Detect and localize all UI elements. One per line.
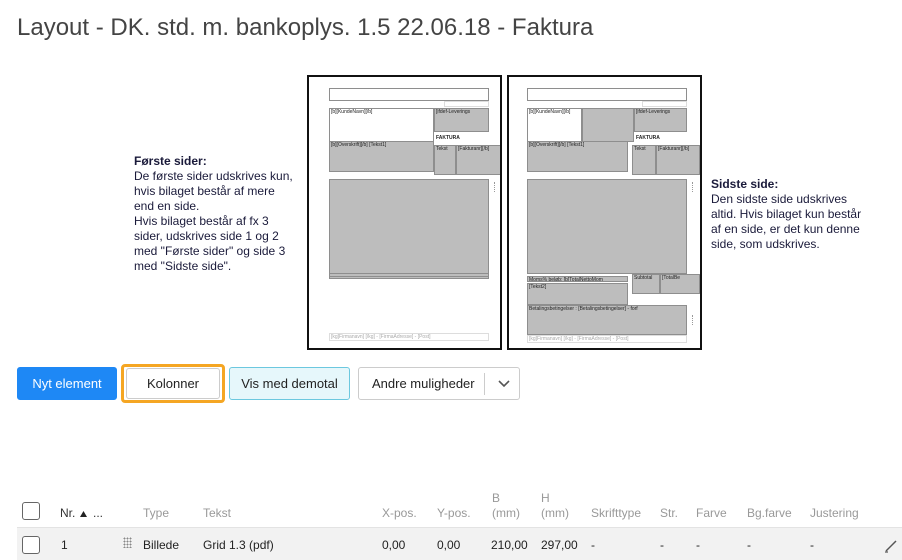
select-all-checkbox[interactable] — [22, 502, 40, 520]
row-tekst: Grid 1.3 (pdf) — [203, 538, 274, 552]
column-h-top: H — [541, 491, 550, 505]
row-xpos: 0,00 — [382, 538, 406, 552]
first-pages-heading: Første sider: — [134, 154, 207, 168]
header-field — [329, 88, 489, 101]
columns-button[interactable]: Kolonner — [126, 368, 220, 399]
row-size: - — [660, 538, 664, 552]
drag-handle-icon[interactable] — [123, 537, 132, 548]
header-small-field — [444, 101, 489, 107]
body-bottom-line — [329, 273, 489, 277]
row-type: Billede — [143, 538, 180, 552]
new-element-button[interactable]: Nyt element — [17, 367, 117, 400]
more-options-label: Andre muligheder — [372, 376, 475, 391]
row-b: 210,00 — [491, 538, 528, 552]
more-options-divider — [484, 373, 485, 395]
row-color: - — [696, 538, 700, 552]
tekst-field: Tekst — [632, 145, 656, 175]
row-nr: 1 — [61, 538, 68, 552]
overskrift-field: [b][Overskrift][/b] [Tekst1] — [329, 141, 434, 172]
levering-left-field — [582, 108, 634, 142]
row-ypos: 0,00 — [437, 538, 461, 552]
table-header: Nr. ... Type Tekst X-pos. Y-pos. B (mm) … — [17, 488, 902, 524]
footer-field: [kg]Firmanavn] [/kg] - [FirmaAdresse] - … — [527, 335, 687, 343]
kundenavn-field: [b][KundeNavn][/b] — [329, 108, 434, 142]
kundenavn-field: [b][KundeNavn][/b] — [527, 108, 582, 142]
faktura-label: FAKTURA — [634, 134, 687, 141]
chevron-down-icon[interactable] — [495, 375, 513, 393]
column-ypos[interactable]: Y-pos. — [437, 506, 471, 521]
show-demo-button[interactable]: Vis med demotal — [229, 367, 350, 400]
column-bgcolor[interactable]: Bg.farve — [747, 506, 792, 521]
table-row[interactable]: 1 Billede Grid 1.3 (pdf) 0,00 0,00 210,0… — [17, 527, 902, 560]
row-checkbox[interactable] — [22, 536, 40, 554]
column-color[interactable]: Farve — [696, 506, 727, 521]
column-align[interactable]: Justering — [810, 506, 859, 521]
last-page-heading: Sidste side: — [711, 177, 779, 191]
last-page-description: Sidste side: Den sidste side udskrives a… — [711, 177, 876, 252]
totalbe-field: [TotalBe — [660, 274, 700, 294]
edit-pencil-icon[interactable] — [883, 538, 899, 554]
betaling-field: Betalingsbetingelser : [Betalingsbetinge… — [527, 305, 687, 335]
header-field — [527, 88, 687, 101]
header-small-field — [642, 101, 687, 107]
column-size[interactable]: Str. — [660, 506, 678, 521]
first-page-preview[interactable]: [b][KundeNavn][/b] [ifdef-Leverings FAKT… — [307, 75, 502, 350]
last-page-preview[interactable]: [b][KundeNavn][/b] [ifdef-Leverings FAKT… — [507, 75, 702, 350]
tekst2-field: [Tekst2] — [527, 283, 628, 305]
row-font: - — [591, 538, 595, 552]
more-options-button[interactable]: Andre muligheder — [358, 367, 520, 400]
column-h[interactable]: H (mm) — [541, 491, 569, 521]
column-b-top: B — [492, 491, 501, 505]
column-h-unit: (mm) — [541, 506, 569, 520]
column-tekst[interactable]: Tekst — [203, 506, 231, 521]
column-type[interactable]: Type — [143, 506, 169, 521]
column-more[interactable]: ... — [93, 506, 103, 521]
levering-field: [ifdef-Leverings — [634, 108, 687, 132]
row-h: 297,00 — [541, 538, 578, 552]
row-align: - — [810, 538, 814, 552]
overskrift-field: [b][Overskrift][/b] [Tekst1] — [527, 141, 628, 172]
dots-marker — [692, 182, 694, 192]
fakturanr-field: [Fakturanr][/b] — [656, 145, 700, 175]
levering-field: [ifdef-Leverings — [434, 108, 489, 132]
footer-field: [kg]Firmanavn] [/kg] - [FirmaAdresse] - … — [329, 333, 489, 341]
subtotal-field: Subtotal — [632, 274, 660, 294]
column-b-unit: (mm) — [492, 506, 520, 520]
column-nr[interactable]: Nr. — [60, 506, 88, 521]
column-nr-label: Nr. — [60, 506, 76, 520]
body-area — [329, 179, 489, 279]
moms-field: Moms% beløb: [b]TotalNettoMom — [527, 276, 628, 282]
sort-up-icon — [79, 510, 87, 517]
row-bgcolor: - — [747, 538, 751, 552]
faktura-label: FAKTURA — [434, 134, 489, 141]
column-xpos[interactable]: X-pos. — [382, 506, 417, 521]
page-title: Layout - DK. std. m. bankoplys. 1.5 22.0… — [17, 14, 594, 41]
dots-marker — [692, 315, 694, 325]
first-pages-text: De første sider udskrives kun, hvis bila… — [134, 169, 293, 273]
column-font[interactable]: Skrifttype — [591, 506, 641, 521]
last-page-text: Den sidste side udskrives altid. Hvis bi… — [711, 192, 862, 251]
body-area — [527, 179, 687, 274]
column-b[interactable]: B (mm) — [492, 491, 520, 521]
fakturanr-field: [Fakturanr][/b] — [456, 145, 500, 175]
dots-marker — [494, 182, 496, 192]
tekst-field: Tekst — [434, 145, 456, 175]
first-pages-description: Første sider: De første sider udskrives … — [134, 154, 304, 274]
